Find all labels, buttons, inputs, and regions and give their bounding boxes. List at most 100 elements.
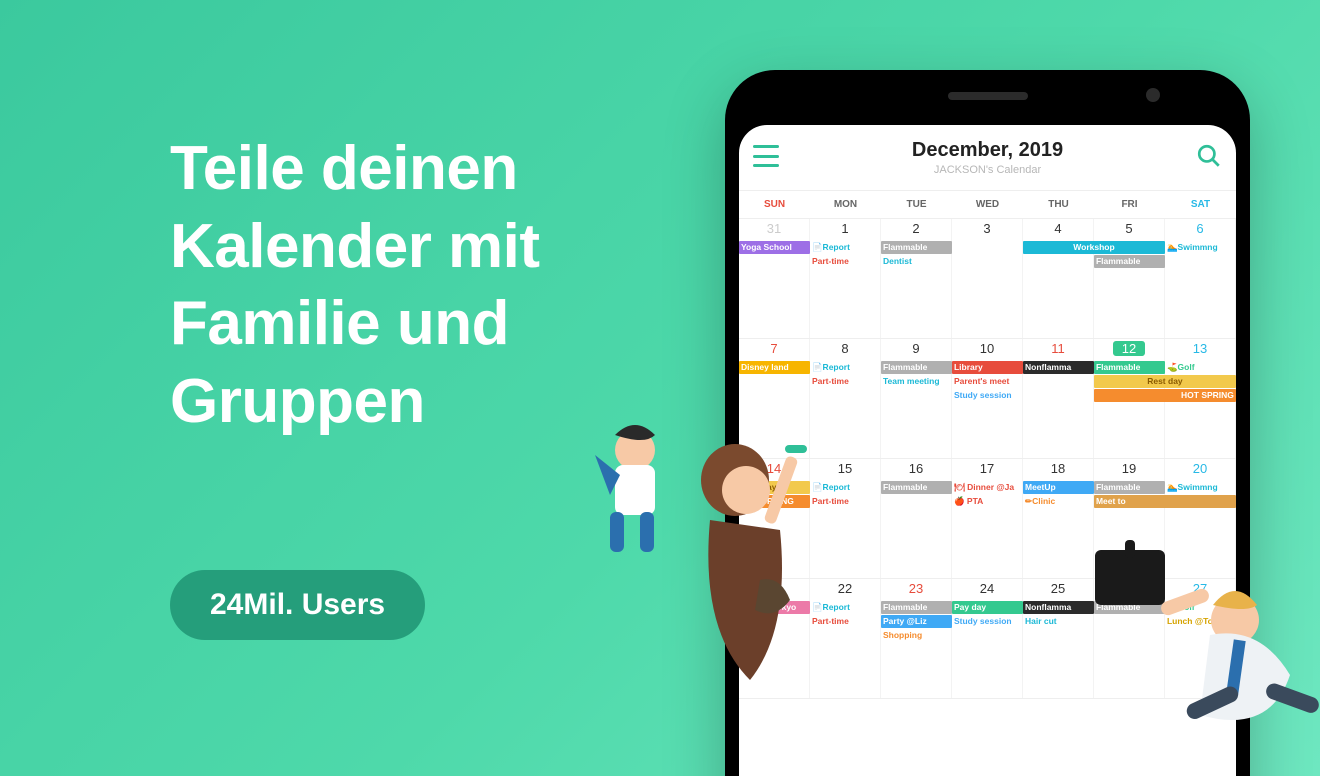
event-text[interactable]: ⛳Golf	[1165, 361, 1236, 374]
users-pill-text: 24Mil. Users	[210, 588, 385, 621]
week-row: 21 22 23 24 25 26 27 Mom to tokyo 📄Repor…	[739, 579, 1236, 699]
users-pill: 24Mil. Users	[170, 570, 425, 640]
event-text[interactable]: Shopping	[881, 629, 952, 642]
week-events: Rest day HOT SPRING 📄Report Part-time Fl…	[739, 481, 1236, 578]
headline-line-3: Familie und	[170, 285, 540, 363]
day-number: 27	[1165, 581, 1235, 596]
headline-line-1: Teile deinen	[170, 130, 540, 208]
day-number: 14	[739, 461, 809, 476]
day-number: 11	[1023, 341, 1093, 356]
event-text[interactable]: Part-time	[810, 615, 881, 628]
dow-mon: MON	[810, 199, 881, 210]
dow-sat: SAT	[1165, 199, 1236, 210]
event-chip[interactable]: Rest day	[1094, 375, 1236, 388]
event-chip[interactable]: HOT SPRING	[739, 495, 810, 508]
event-chip[interactable]: Workshop	[1023, 241, 1165, 254]
event-text[interactable]: ⛳Golf	[1165, 601, 1236, 614]
phone-frame: December, 2019 JACKSON's Calendar SUN MO…	[725, 70, 1250, 776]
event-text[interactable]: 🏊Swimmng	[1165, 481, 1236, 494]
week-row: 14 15 16 17 18 19 20 Rest day HOT SPRING…	[739, 459, 1236, 579]
day-number: 22	[810, 581, 880, 596]
day-number: 31	[739, 221, 809, 236]
day-number: 25	[1023, 581, 1093, 596]
event-chip[interactable]: Library	[952, 361, 1023, 374]
event-chip[interactable]: Pay day	[952, 601, 1023, 614]
promo-stage: Teile deinen Kalender mit Familie und Gr…	[0, 0, 1320, 776]
event-chip[interactable]: Flammable	[1094, 255, 1165, 268]
day-number: 1	[810, 221, 880, 236]
event-text[interactable]: 📄Report	[810, 361, 881, 374]
menu-icon[interactable]	[753, 145, 779, 167]
event-chip[interactable]: Flammable	[1094, 481, 1165, 494]
week-events: Yoga School 📄Report Part-time Flammable …	[739, 241, 1236, 338]
event-text[interactable]: Part-time	[810, 255, 881, 268]
day-number: 7	[739, 341, 809, 356]
event-text[interactable]: Dentist	[881, 255, 952, 268]
event-chip[interactable]: Yoga School	[739, 241, 810, 254]
event-text[interactable]: 🍽 Dinner @Ja	[952, 481, 1023, 494]
headline: Teile deinen Kalender mit Familie und Gr…	[170, 130, 540, 440]
dow-sun: SUN	[739, 199, 810, 210]
event-chip[interactable]: Party @Liz	[881, 615, 952, 628]
event-text[interactable]: 🍎 PTA	[952, 495, 1023, 508]
illustration-child	[580, 420, 690, 570]
app-header: December, 2019 JACKSON's Calendar	[739, 125, 1236, 191]
week-events: Disney land 📄Report Part-time Flammable …	[739, 361, 1236, 458]
day-number: 8	[810, 341, 880, 356]
event-chip[interactable]: Nonflamma	[1023, 601, 1094, 614]
event-chip[interactable]: Flammable	[881, 361, 952, 374]
headline-line-4: Gruppen	[170, 363, 540, 441]
event-text[interactable]: 📄Report	[810, 481, 881, 494]
day-number: 23	[881, 581, 951, 596]
event-chip[interactable]: Flammable	[881, 481, 952, 494]
event-chip[interactable]: Mom to tokyo	[739, 601, 810, 614]
event-text[interactable]: Parent's meet	[952, 375, 1023, 388]
event-chip[interactable]: Flammable	[1094, 601, 1165, 614]
day-number: 4	[1023, 221, 1093, 236]
day-number: 20	[1165, 461, 1235, 476]
dow-fri: FRI	[1094, 199, 1165, 210]
day-number: 17	[952, 461, 1022, 476]
event-text[interactable]: Hair cut	[1023, 615, 1094, 628]
search-icon[interactable]	[1196, 143, 1222, 169]
event-text[interactable]: 📄Report	[810, 601, 881, 614]
event-chip[interactable]: Flammable	[881, 241, 952, 254]
dow-tue: TUE	[881, 199, 952, 210]
day-number: 3	[952, 221, 1022, 236]
day-number: 2	[881, 221, 951, 236]
event-chip[interactable]: Flammable	[1094, 361, 1165, 374]
event-chip[interactable]: Disney land	[739, 361, 810, 374]
day-number: 21	[739, 581, 809, 596]
event-text[interactable]: Study session	[952, 389, 1023, 402]
event-chip[interactable]: MeetUp	[1023, 481, 1094, 494]
event-text[interactable]: Team meeting	[881, 375, 952, 388]
day-number: 6	[1165, 221, 1235, 236]
phone-screen: December, 2019 JACKSON's Calendar SUN MO…	[739, 125, 1236, 776]
day-number: 18	[1023, 461, 1093, 476]
week-row: 31 1 2 3 4 5 6 Yoga School 📄Report Part-…	[739, 219, 1236, 339]
day-number: 12	[1113, 341, 1145, 356]
dow-wed: WED	[952, 199, 1023, 210]
day-of-week-header: SUN MON TUE WED THU FRI SAT	[739, 191, 1236, 219]
event-chip[interactable]: HOT SPRING	[1094, 389, 1236, 402]
day-number: 16	[881, 461, 951, 476]
day-number: 5	[1094, 221, 1164, 236]
event-text[interactable]: ✏Clinic	[1023, 495, 1094, 508]
calendar-subtitle: JACKSON's Calendar	[934, 164, 1041, 176]
day-number: 10	[952, 341, 1022, 356]
event-text[interactable]: 📄Report	[810, 241, 881, 254]
event-text[interactable]: Part-time	[810, 375, 881, 388]
event-chip[interactable]: Nonflamma	[1023, 361, 1094, 374]
event-chip[interactable]: Rest day	[739, 481, 810, 494]
month-title: December, 2019	[912, 139, 1063, 162]
dow-thu: THU	[1023, 199, 1094, 210]
event-text[interactable]: Lunch @Tom	[1165, 615, 1236, 628]
day-number: 24	[952, 581, 1022, 596]
event-chip[interactable]: Flammable	[881, 601, 952, 614]
day-number: 19	[1094, 461, 1164, 476]
event-text[interactable]: Study session	[952, 615, 1023, 628]
day-number: 15	[810, 461, 880, 476]
event-text[interactable]: 🏊Swimmng	[1165, 241, 1236, 254]
event-chip[interactable]: Meet to	[1094, 495, 1236, 508]
event-text[interactable]: Part-time	[810, 495, 881, 508]
